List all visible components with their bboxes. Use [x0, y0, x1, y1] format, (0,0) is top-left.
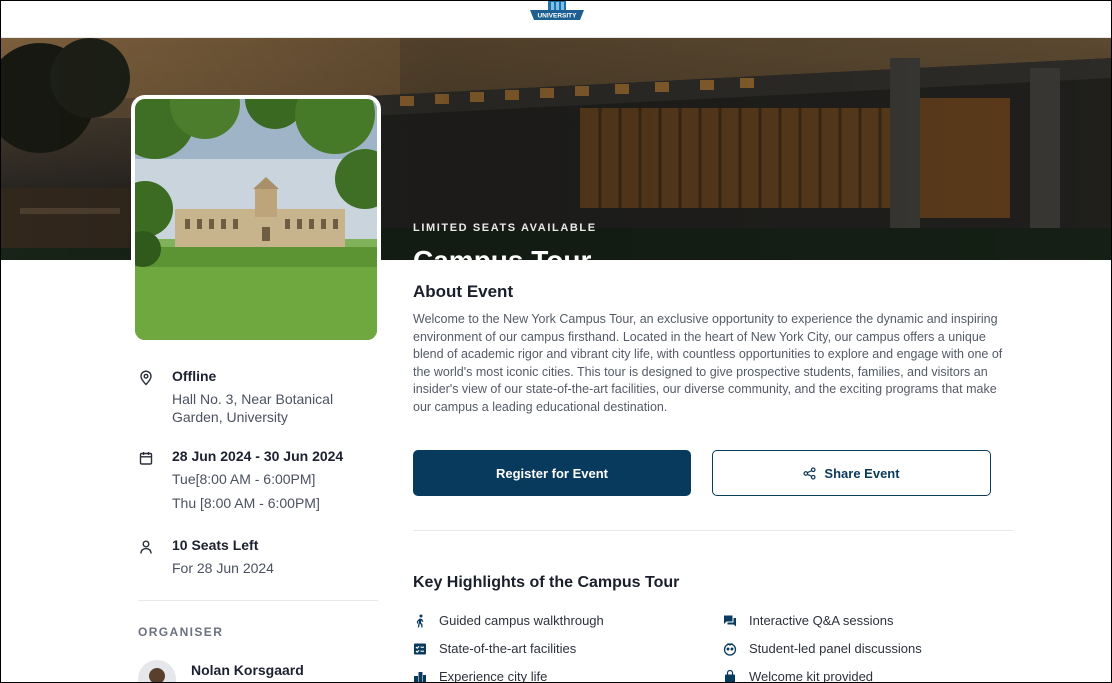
register-button[interactable]: Register for Event [413, 450, 691, 496]
person-icon [140, 540, 152, 554]
hero-eyebrow: LIMITED SEATS AVAILABLE [413, 222, 597, 234]
highlight-label: Welcome kit provided [749, 669, 874, 683]
bag-icon [725, 669, 735, 683]
seats-date: For 28 Jun 2024 [172, 560, 274, 576]
highlight-item: Student-led panel discussions [723, 641, 922, 656]
chat-bubbles-icon [724, 615, 736, 626]
highlight-item: Experience city life [413, 669, 547, 683]
location-address: Hall No. 3, Near Botanical Garden, Unive… [172, 390, 333, 426]
location-info: Offline Hall No. 3, Near Botanical Garde… [138, 368, 333, 426]
share-button[interactable]: Share Event [712, 450, 991, 496]
top-header: UNIVERSITY [0, 0, 1112, 38]
city-icon [414, 671, 426, 683]
event-title: Campus Tour [413, 245, 591, 260]
organiser-name[interactable]: Nolan Korsgaard [191, 662, 304, 678]
walking-person-icon [416, 614, 424, 627]
highlight-item: State-of-the-art facilities [413, 641, 576, 656]
organiser-label: ORGANISER [138, 625, 224, 639]
organiser-avatar[interactable] [138, 660, 176, 683]
date-range: 28 Jun 2024 - 30 Jun 2024 [172, 448, 344, 464]
date-time-slot-1: Tue[8:00 AM - 6:00PM] [172, 471, 316, 487]
event-image [131, 95, 381, 344]
date-time-slot-2: Thu [8:00 AM - 6:00PM] [172, 495, 320, 511]
share-icon [803, 466, 817, 480]
seats-info: 10 Seats Left For 28 Jun 2024 [138, 537, 274, 577]
date-info: 28 Jun 2024 - 30 Jun 2024 Tue[8:00 AM - … [138, 448, 343, 512]
highlight-label: State-of-the-art facilities [439, 641, 577, 656]
highlight-item: Welcome kit provided [723, 669, 873, 683]
location-pin-icon [140, 370, 152, 386]
checklist-icon [414, 643, 426, 654]
highlight-label: Student-led panel discussions [749, 641, 922, 656]
highlight-label: Experience city life [439, 669, 548, 683]
logo-text: UNIVERSITY [537, 13, 577, 20]
university-logo[interactable]: UNIVERSITY [528, 0, 586, 22]
about-description: Welcome to the New York Campus Tour, an … [413, 312, 1003, 414]
about-title: About Event [413, 282, 514, 301]
discussion-icon [723, 642, 737, 656]
right-divider [413, 530, 1013, 531]
share-button-label: Share Event [824, 465, 900, 481]
seats-left: 10 Seats Left [172, 537, 259, 553]
highlight-item: Interactive Q&A sessions [723, 613, 894, 628]
location-type: Offline [172, 368, 217, 384]
calendar-icon [139, 452, 153, 465]
highlight-label: Guided campus walkthrough [439, 613, 604, 628]
left-divider [138, 600, 378, 601]
highlight-label: Interactive Q&A sessions [749, 613, 894, 628]
location-line-2: Garden, University [172, 409, 288, 425]
highlights-title: Key Highlights of the Campus Tour [413, 574, 680, 591]
highlight-item: Guided campus walkthrough [413, 613, 604, 628]
location-line-1: Hall No. 3, Near Botanical [172, 391, 334, 407]
